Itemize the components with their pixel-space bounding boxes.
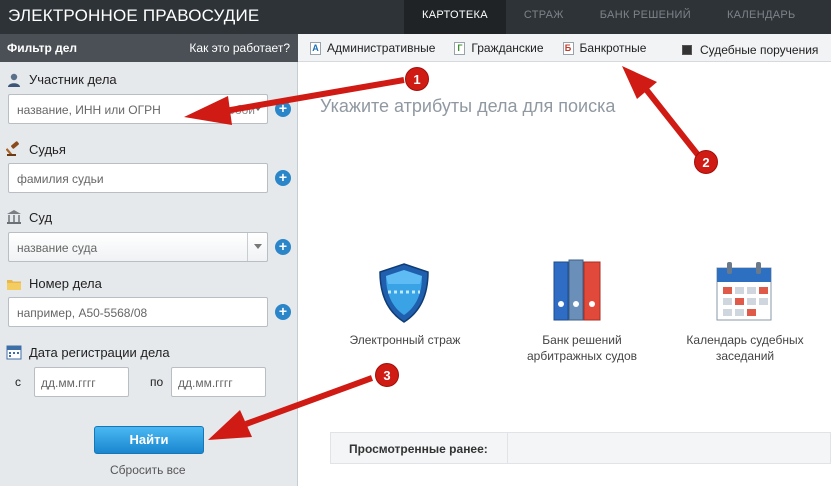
arrow-head-1 — [184, 96, 232, 125]
annotation-badge-3: 3 — [375, 363, 399, 387]
arrow-line-1 — [224, 77, 405, 114]
app-window: ЭЛЕКТРОННОЕ ПРАВОСУДИЕ КАРТОТЕКА СТРАЖ Б… — [0, 0, 831, 486]
annotation-badge-2: 2 — [694, 150, 718, 174]
arrow-head-3 — [208, 410, 252, 440]
annotation-badge-1: 1 — [405, 67, 429, 91]
arrow-line-2 — [642, 86, 701, 157]
arrow-line-3 — [244, 375, 374, 427]
